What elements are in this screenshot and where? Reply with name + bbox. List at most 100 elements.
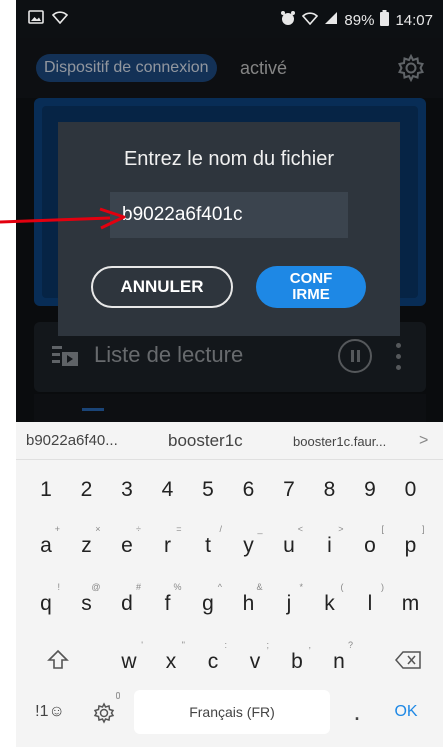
key-d[interactable]: d # (109, 580, 145, 624)
key-sublabel: ÷ (136, 524, 141, 534)
key-sublabel: = (176, 524, 182, 534)
key-l[interactable]: l) (352, 580, 388, 624)
suggestion-item[interactable]: booster1c (168, 431, 243, 451)
key-sublabel: ' (141, 640, 143, 650)
key-9[interactable]: 9 (352, 466, 388, 510)
key-label: z (81, 534, 92, 557)
key-label: g (202, 592, 214, 615)
confirm-button[interactable]: CONF IRME (256, 266, 366, 308)
key-o[interactable]: o[ (352, 522, 388, 566)
key-label: 9 (364, 478, 376, 501)
key-c[interactable]: c: (195, 638, 231, 682)
key-g[interactable]: g ^ (190, 580, 226, 624)
arrow-icon (0, 207, 126, 230)
key-sublabel: × (95, 524, 101, 534)
period-key[interactable]: . (342, 696, 372, 740)
keyboard: b9022a6f40... booster1c booster1c.faur..… (16, 422, 443, 747)
key-0[interactable]: 0 (393, 466, 429, 510)
key-h[interactable]: h & (231, 580, 267, 624)
key-label: 6 (242, 478, 255, 501)
key-label: u (283, 534, 295, 557)
ok-key[interactable]: OK (384, 703, 428, 747)
key-label: 2 (80, 478, 93, 501)
key-label: 4 (161, 478, 174, 501)
key-5[interactable]: 5 (190, 466, 226, 510)
key-label: 7 (283, 478, 295, 501)
key-p[interactable]: p] (393, 522, 429, 566)
cancel-button[interactable]: ANNULER (91, 266, 233, 308)
wifi-icon (302, 11, 319, 29)
key-label: s (81, 592, 92, 615)
symbols-key[interactable]: !1☺ (28, 703, 72, 747)
key-label: n (333, 650, 345, 673)
key-1[interactable]: 1 (28, 466, 64, 510)
key-u[interactable]: u < (271, 522, 307, 566)
key-label: a (40, 534, 52, 557)
key-sublabel: / (219, 524, 222, 534)
key-w[interactable]: w ' (111, 638, 147, 682)
key-sublabel: _ (257, 524, 263, 534)
key-sublabel: ] (421, 524, 425, 534)
suggestion-item[interactable]: booster1c.faur... (293, 434, 386, 449)
key-label: v (249, 650, 261, 673)
alarm-icon (280, 10, 296, 30)
key-q[interactable]: q! (28, 580, 64, 624)
key-label: x (165, 650, 177, 673)
settings-icon[interactable] (86, 690, 122, 734)
key-2[interactable]: 2 (69, 466, 105, 510)
key-j[interactable]: j * (271, 580, 307, 624)
battery-percent: 89% (344, 11, 375, 29)
key-label: 1 (40, 478, 52, 501)
key-8[interactable]: 8 (312, 466, 348, 510)
filename-input[interactable] (110, 192, 348, 238)
key-sublabel: ) (381, 582, 384, 592)
shift-icon[interactable] (38, 638, 78, 682)
key-sublabel: * (299, 582, 303, 592)
key-s[interactable]: s @ (69, 580, 105, 624)
key-label: w (121, 650, 137, 673)
key-sublabel: ; (266, 640, 269, 650)
key-b[interactable]: b, (279, 638, 315, 682)
key-z[interactable]: z × (69, 522, 105, 566)
key-a[interactable]: a + (28, 522, 64, 566)
key-label: k (324, 592, 335, 615)
key-label: r (164, 534, 171, 557)
suggestion-bar: b9022a6f40... booster1c booster1c.faur..… (16, 422, 443, 460)
key-t[interactable]: t / (190, 522, 226, 566)
key-k[interactable]: k( (312, 580, 348, 624)
key-x[interactable]: x " (153, 638, 189, 682)
key-label: t (205, 534, 211, 557)
key-label: c (207, 650, 219, 673)
key-n[interactable]: n? (321, 638, 357, 682)
key-v[interactable]: v; (237, 638, 273, 682)
key-sublabel: : (224, 640, 227, 650)
key-sublabel: ^ (217, 582, 222, 592)
key-i[interactable]: i > (312, 522, 348, 566)
key-label: 8 (323, 478, 336, 501)
key-3[interactable]: 3 (109, 466, 145, 510)
key-4[interactable]: 4 (150, 466, 186, 510)
suggestion-expand-icon[interactable]: > (419, 432, 428, 450)
key-sublabel: & (256, 582, 263, 592)
key-e[interactable]: e ÷ (109, 522, 145, 566)
key-y[interactable]: y _ (231, 522, 267, 566)
key-7[interactable]: 7 (271, 466, 307, 510)
key-6[interactable]: 6 (231, 466, 267, 510)
key-sublabel: < (297, 524, 303, 534)
backspace-icon[interactable] (386, 638, 430, 682)
suggestion-item[interactable]: b9022a6f40... (26, 432, 118, 449)
key-r[interactable]: r = (150, 522, 186, 566)
key-f[interactable]: f% (150, 580, 186, 624)
key-label: e (121, 534, 133, 557)
phone-screen: 89% 14:07 Dispositif de connexion activé (16, 0, 443, 747)
signal-icon (324, 11, 338, 29)
key-sublabel: # (135, 582, 141, 592)
key-label: d (121, 592, 133, 615)
key-sublabel: > (338, 524, 344, 534)
key-m[interactable]: m (393, 580, 429, 624)
wifi-icon (51, 10, 69, 28)
key-label: l (367, 592, 373, 615)
key-label: o (364, 534, 376, 557)
space-key[interactable]: Français (FR) (134, 690, 330, 734)
key-label: 5 (202, 478, 214, 501)
